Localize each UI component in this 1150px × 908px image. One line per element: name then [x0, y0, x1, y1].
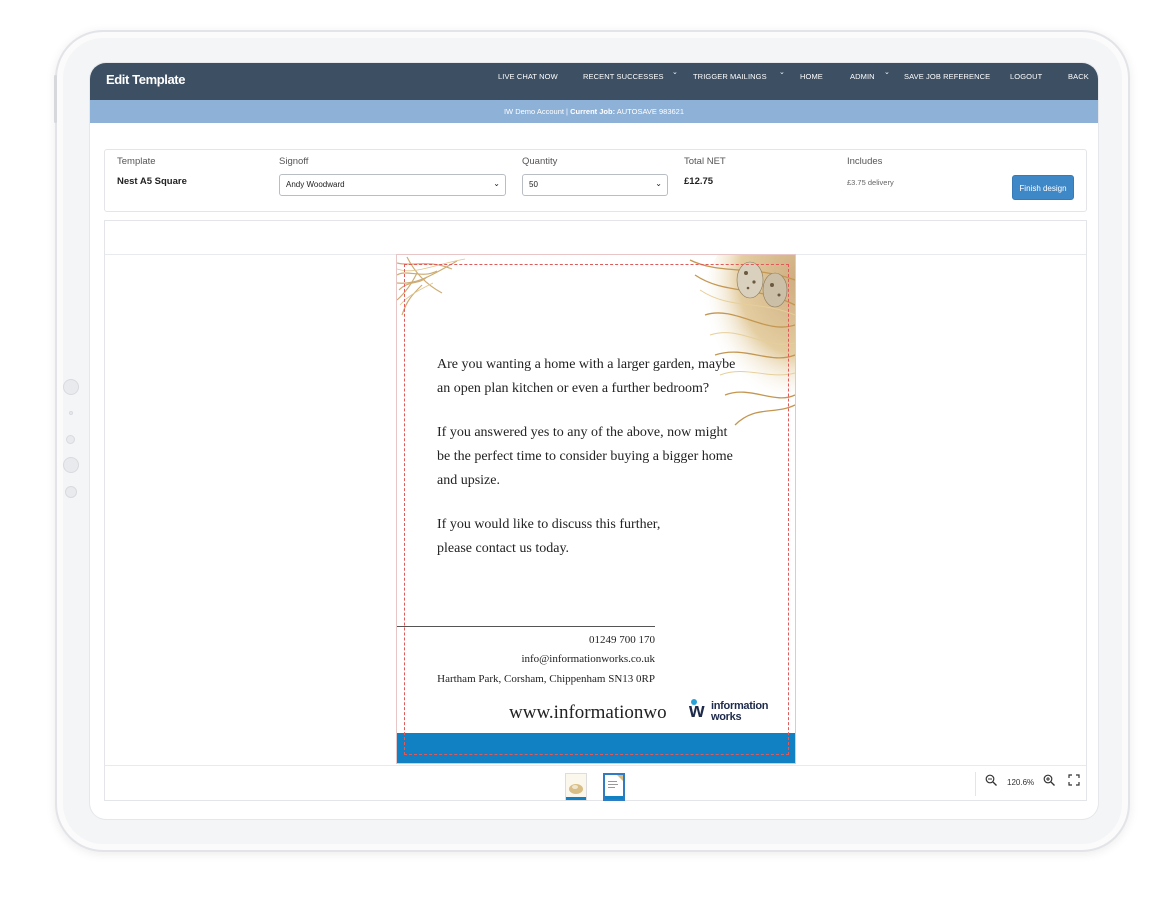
- signoff-label: Signoff: [279, 156, 309, 167]
- chevron-down-icon: ⌄: [655, 179, 662, 188]
- text-line: and upsize.: [437, 473, 500, 488]
- nav-trigger-mailings[interactable]: TRIGGER MAILINGS: [693, 72, 767, 81]
- tablet-button: [63, 457, 79, 473]
- finish-design-button[interactable]: Finish design: [1012, 175, 1074, 200]
- logo-dot-icon: [691, 699, 697, 705]
- tablet-side-key: [54, 75, 57, 123]
- logo-text: works: [711, 711, 742, 723]
- text-line: be the perfect time to consider buying a…: [437, 449, 733, 464]
- nav-admin[interactable]: ADMIN: [850, 72, 875, 81]
- footer-color-band: [397, 733, 795, 763]
- page-title: Edit Template: [106, 72, 186, 87]
- top-navigation: Edit Template LIVE CHAT NOW RECENT SUCCE…: [90, 63, 1098, 100]
- chevron-down-icon[interactable]: ⌄: [884, 68, 890, 76]
- current-job-bar: IW Demo Account | Current Job: AUTOSAVE …: [90, 100, 1098, 123]
- current-job-value: AUTOSAVE 983621: [615, 107, 685, 116]
- editor-footer: 120.6%: [105, 765, 1086, 801]
- document-page[interactable]: Are you wanting a home with a larger gar…: [396, 254, 796, 764]
- current-job-label: Current Job:: [570, 107, 616, 116]
- total-net-label: Total NET: [684, 156, 726, 167]
- app-screen: Edit Template LIVE CHAT NOW RECENT SUCCE…: [90, 63, 1098, 819]
- thumbnail-preview-icon: [566, 774, 586, 800]
- company-logo: w information works: [689, 699, 779, 725]
- text-line: please contact us today.: [437, 541, 570, 556]
- tablet-button: [63, 379, 79, 395]
- thumbnail-preview-icon: [605, 775, 623, 799]
- total-net-value: £12.75: [684, 176, 714, 187]
- nav-recent-successes[interactable]: RECENT SUCCESSES: [583, 72, 664, 81]
- body-paragraph-3[interactable]: If you would like to discuss this furthe…: [437, 513, 660, 561]
- signoff-select[interactable]: Andy Woodward ⌄: [279, 174, 506, 196]
- zoom-in-icon[interactable]: [1043, 774, 1055, 789]
- template-value: Nest A5 Square: [117, 176, 187, 187]
- zoom-divider: [975, 772, 976, 796]
- includes-label: Includes: [847, 156, 883, 167]
- nav-save-job-reference[interactable]: SAVE JOB REFERENCE: [904, 72, 990, 81]
- text-line: Are you wanting a home with a larger gar…: [437, 357, 736, 372]
- includes-value: £3.75 delivery: [847, 178, 894, 187]
- straw-decoration-icon: [397, 256, 466, 316]
- body-paragraph-2[interactable]: If you answered yes to any of the above,…: [437, 421, 733, 493]
- zoom-out-icon[interactable]: [985, 774, 997, 789]
- template-label: Template: [117, 156, 156, 167]
- contact-address[interactable]: Hartham Park, Corsham, Chippenham SN13 0…: [437, 673, 655, 685]
- tablet-dot: [69, 411, 73, 415]
- body-paragraph-1[interactable]: Are you wanting a home with a larger gar…: [437, 353, 735, 401]
- contact-email[interactable]: info@informationworks.co.uk: [521, 653, 655, 665]
- page-thumbnail-2[interactable]: [603, 773, 625, 801]
- text-line: an open plan kitchen or even a further b…: [437, 381, 710, 396]
- signoff-selected: Andy Woodward: [286, 180, 345, 189]
- quantity-label: Quantity: [522, 156, 558, 167]
- tablet-button: [65, 486, 77, 498]
- website-text[interactable]: www.informationwo: [509, 702, 667, 724]
- contact-phone[interactable]: 01249 700 170: [589, 634, 655, 646]
- account-name: IW Demo Account |: [503, 107, 571, 116]
- zoom-level: 120.6%: [1007, 778, 1035, 787]
- nav-home[interactable]: HOME: [800, 72, 823, 81]
- nav-live-chat[interactable]: LIVE CHAT NOW: [498, 72, 558, 81]
- text-line: If you answered yes to any of the above,…: [437, 425, 728, 440]
- fullscreen-icon[interactable]: [1068, 774, 1080, 789]
- text-line: If you would like to discuss this furthe…: [437, 517, 661, 532]
- nav-logout[interactable]: LOGOUT: [1010, 72, 1042, 81]
- chevron-down-icon[interactable]: ⌄: [779, 68, 785, 76]
- tablet-button: [66, 435, 75, 444]
- chevron-down-icon: ⌄: [493, 179, 500, 188]
- quantity-select[interactable]: 50 ⌄: [522, 174, 668, 196]
- nav-back[interactable]: BACK: [1068, 72, 1089, 81]
- nest-image-icon: [689, 255, 795, 426]
- page-thumbnail-1[interactable]: [565, 773, 587, 801]
- signature-rule: [397, 626, 655, 627]
- chevron-down-icon[interactable]: ⌄: [672, 68, 678, 76]
- editor-toolbar: [105, 221, 1086, 255]
- quantity-selected: 50: [529, 180, 538, 189]
